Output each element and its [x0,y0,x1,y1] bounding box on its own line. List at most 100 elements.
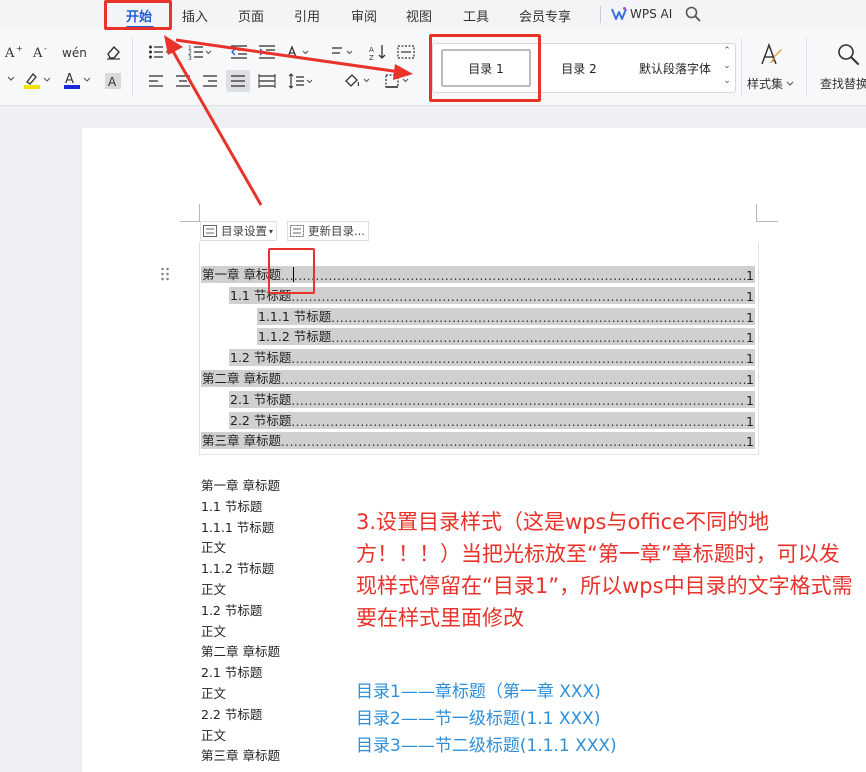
annotation-mapping: 目录1——章标题（第一章 XXX) [356,682,601,702]
heading-chapter[interactable]: 第一章 章标题 [201,475,280,494]
gallery-expand-icon[interactable]: ⌄ [720,74,734,89]
crop-mark [756,204,757,222]
toc-page-number: 1 [746,268,754,283]
style-gallery-scroll[interactable]: ⌃ ⌄ ⌄ [720,44,734,92]
chevron-down-icon[interactable] [786,80,794,88]
toc-list-icon [203,225,217,237]
char-shading-icon[interactable]: A [104,72,122,90]
align-left-icon[interactable] [148,74,164,88]
toc-entry-text: 2.1 节标题 [230,392,292,407]
decrease-indent-icon[interactable] [230,44,248,60]
annotation-note: 3.设置目录样式（这是wps与office不同的地方！！！）当把光标放至“第一章… [356,510,853,630]
svg-text:-: - [44,44,47,53]
body-text[interactable]: 正文 [201,537,226,556]
body-text[interactable]: 正文 [201,579,226,598]
chevron-down-icon[interactable]: ⌄ [720,59,734,74]
toc-leader: ........................................… [291,415,746,429]
body-text[interactable]: 正文 [201,725,226,744]
heading-subsection[interactable]: 1.1.2 节标题 [201,558,274,577]
toc-leader: ........................................… [291,352,746,366]
heading-section[interactable]: 1.2 节标题 [201,600,262,619]
text-direction-icon[interactable] [330,44,354,60]
toc-page-number: 1 [746,414,754,429]
toc-entry[interactable]: 1.2 节标题.................................… [229,349,755,366]
body-text[interactable]: 正文 [201,621,226,640]
style-set-button[interactable]: 样式集 [747,75,783,92]
align-justify-icon[interactable] [230,74,246,88]
shrink-font-icon[interactable]: A- [32,44,52,60]
heading-chapter[interactable]: 第二章 章标题 [201,641,280,660]
line-spacing-icon[interactable] [288,73,314,89]
toc-entry[interactable]: 1.1.1 节标题...............................… [257,308,755,325]
drag-handle-icon[interactable] [160,266,170,282]
heading-chapter[interactable]: 第三章 章标题 [201,745,280,764]
toc-page-number: 1 [746,434,754,449]
align-center-icon[interactable] [175,74,191,88]
tab-review[interactable]: 审阅 [351,6,377,25]
toc-entry[interactable]: 第二章 章标题.................................… [201,370,755,387]
toc-leader: ........................................… [280,269,746,283]
font-color-icon[interactable]: A [62,70,90,90]
tab-view[interactable]: 视图 [406,6,432,25]
toc-leader: ........................................… [291,290,746,304]
toc-entry-text: 1.1.2 节标题 [258,329,332,344]
toc-entry[interactable]: 1.1.2 节标题...............................… [257,328,755,345]
heading-subsection[interactable]: 1.1.1 节标题 [201,517,274,536]
crop-mark [756,221,778,222]
heading-section[interactable]: 2.2 节标题 [201,704,262,723]
tab-insert[interactable]: 插入 [182,6,208,25]
grow-font-icon[interactable]: A + [4,44,24,60]
heading-section[interactable]: 1.1 节标题 [201,496,262,515]
sort-icon[interactable]: AZ [369,44,387,60]
distributed-align-icon[interactable] [258,74,276,88]
toc-entry-text: 2.2 节标题 [230,413,292,428]
highlight-color-icon[interactable] [22,70,50,90]
toc-entry[interactable]: 2.1 节标题.................................… [229,391,755,408]
ribbon-separator [806,38,807,96]
toc-entry[interactable]: 第三章 章标题.................................… [201,432,755,449]
show-marks-icon[interactable] [397,44,415,60]
find-replace-icon[interactable] [836,42,860,66]
svg-text:3: 3 [188,55,192,60]
align-right-icon[interactable] [202,74,218,88]
chevron-down-icon[interactable] [6,74,16,84]
borders-icon[interactable] [384,72,412,90]
style-set-icon[interactable] [759,42,783,68]
toc-settings-button[interactable]: 目录设置 ▾ [200,221,278,241]
svg-text:wén: wén [62,46,87,60]
highlight-box-toc1-style [429,34,541,102]
chinese-layout-icon[interactable] [286,44,310,60]
highlight-box-cursor [268,248,315,294]
chevron-up-icon[interactable]: ⌃ [720,44,734,59]
svg-text:A: A [32,46,43,60]
heading-section[interactable]: 2.1 节标题 [201,662,262,681]
find-replace-button[interactable]: 查找替换 [820,75,866,92]
increase-indent-icon[interactable] [258,44,276,60]
phonetic-guide-icon[interactable]: wén [62,44,88,60]
toc-page-number: 1 [746,372,754,387]
highlight-box-home-tab [104,0,172,30]
body-text[interactable]: 正文 [201,683,226,702]
clear-format-icon[interactable] [104,43,122,61]
svg-text:A: A [369,46,374,54]
toc-update-button[interactable]: 更新目录... [287,221,369,241]
bullet-list-icon[interactable] [148,44,172,60]
tab-wps-ai[interactable]: WPS AI [630,7,672,21]
tab-membership[interactable]: 会员专享 [519,6,571,25]
svg-text:A: A [4,46,15,60]
toc-entry[interactable]: 2.2 节标题.................................… [229,412,755,429]
toc-entry-text: 第三章 章标题 [202,433,281,448]
numbered-list-icon[interactable]: 123 [188,44,212,60]
tab-page[interactable]: 页面 [238,6,264,25]
search-icon[interactable] [684,5,702,23]
toc-entry-text: 1.2 节标题 [230,350,292,365]
style-default-paragraph-font[interactable]: 默认段落字体 [629,44,721,92]
crop-mark [199,204,200,222]
tab-tools[interactable]: 工具 [463,6,489,25]
style-toc2[interactable]: 目录 2 [543,44,615,92]
ribbon-separator [741,38,742,96]
svg-text:A: A [65,72,74,87]
wps-ai-logo-icon [611,7,627,20]
shading-icon[interactable] [343,72,371,90]
tab-references[interactable]: 引用 [294,6,320,25]
